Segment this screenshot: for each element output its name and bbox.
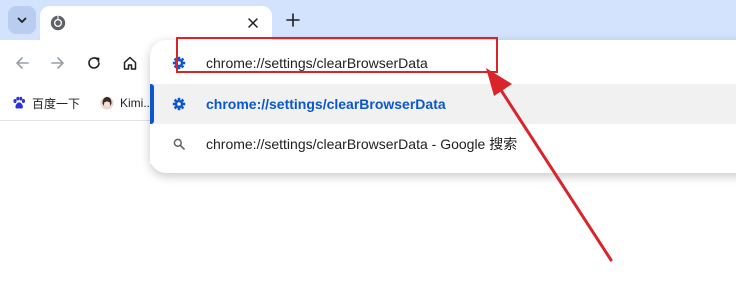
annotation-arrow	[486, 68, 613, 262]
